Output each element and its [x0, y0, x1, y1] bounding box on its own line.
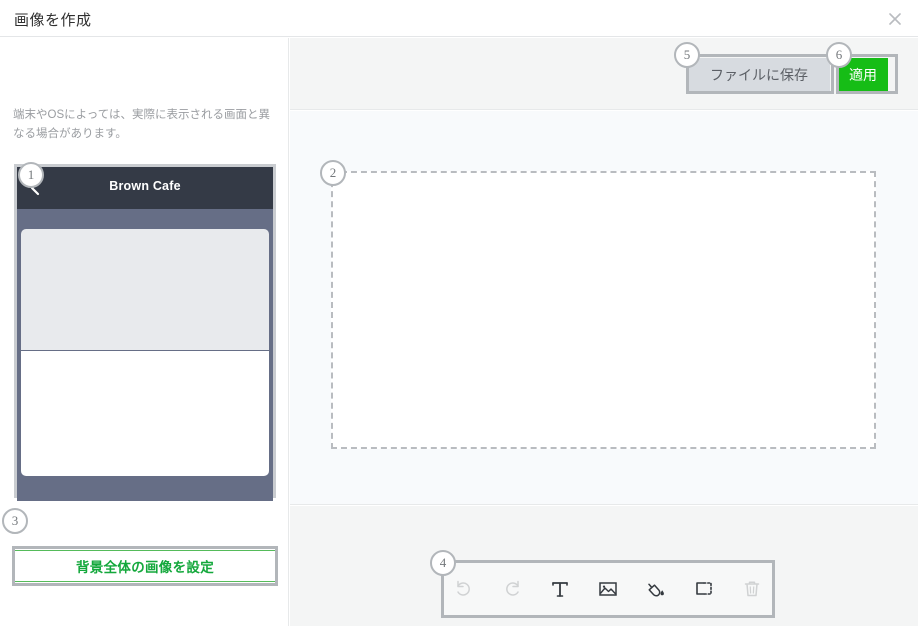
phone-preview-band [17, 209, 273, 229]
action-bar: ファイルに保存 適用 [290, 38, 918, 110]
canvas-area [290, 111, 918, 505]
apply-label: 適用 [849, 67, 877, 83]
callout-badge-4: 4 [430, 550, 456, 576]
select-area-icon[interactable] [689, 574, 719, 604]
phone-preview-content-slot[interactable] [21, 351, 269, 476]
phone-preview-title: Brown Cafe [109, 179, 181, 193]
fill-icon[interactable] [641, 574, 671, 604]
trash-icon[interactable] [737, 574, 767, 604]
image-canvas[interactable] [331, 171, 876, 449]
callout-badge-1: 1 [18, 162, 44, 188]
callout-badge-5: 5 [674, 42, 700, 68]
phone-preview-body [17, 229, 273, 501]
set-background-image-label: 背景全体の画像を設定 [76, 560, 214, 575]
callout-badge-6: 6 [826, 42, 852, 68]
toolbar-area [290, 506, 918, 626]
image-icon[interactable] [593, 574, 623, 604]
callout-badge-2: 2 [320, 160, 346, 186]
phone-preview-image-slot[interactable] [21, 229, 269, 350]
phone-preview[interactable]: Brown Cafe [14, 164, 276, 501]
edit-toolbar [443, 562, 773, 616]
save-to-file-button[interactable]: ファイルに保存 [688, 58, 830, 92]
device-note: 端末やOSによっては、実際に表示される画面と異なる場合があります。 [13, 109, 270, 140]
text-icon[interactable] [545, 574, 575, 604]
dialog-titlebar: 画像を作成 [0, 0, 918, 37]
create-image-dialog: 画像を作成 端末やOSによっては、実際に表示される画面と異なる場合があります。 … [0, 0, 918, 626]
page-title: 画像を作成 [14, 12, 92, 29]
left-panel: 端末やOSによっては、実際に表示される画面と異なる場合があります。 Brown … [0, 38, 289, 626]
phone-preview-header: Brown Cafe [17, 167, 273, 209]
undo-icon[interactable] [449, 574, 479, 604]
callout-badge-3: 3 [2, 508, 28, 534]
save-to-file-label: ファイルに保存 [710, 67, 808, 83]
close-icon[interactable] [880, 4, 910, 34]
set-background-image-button[interactable]: 背景全体の画像を設定 [14, 550, 276, 582]
redo-icon[interactable] [497, 574, 527, 604]
